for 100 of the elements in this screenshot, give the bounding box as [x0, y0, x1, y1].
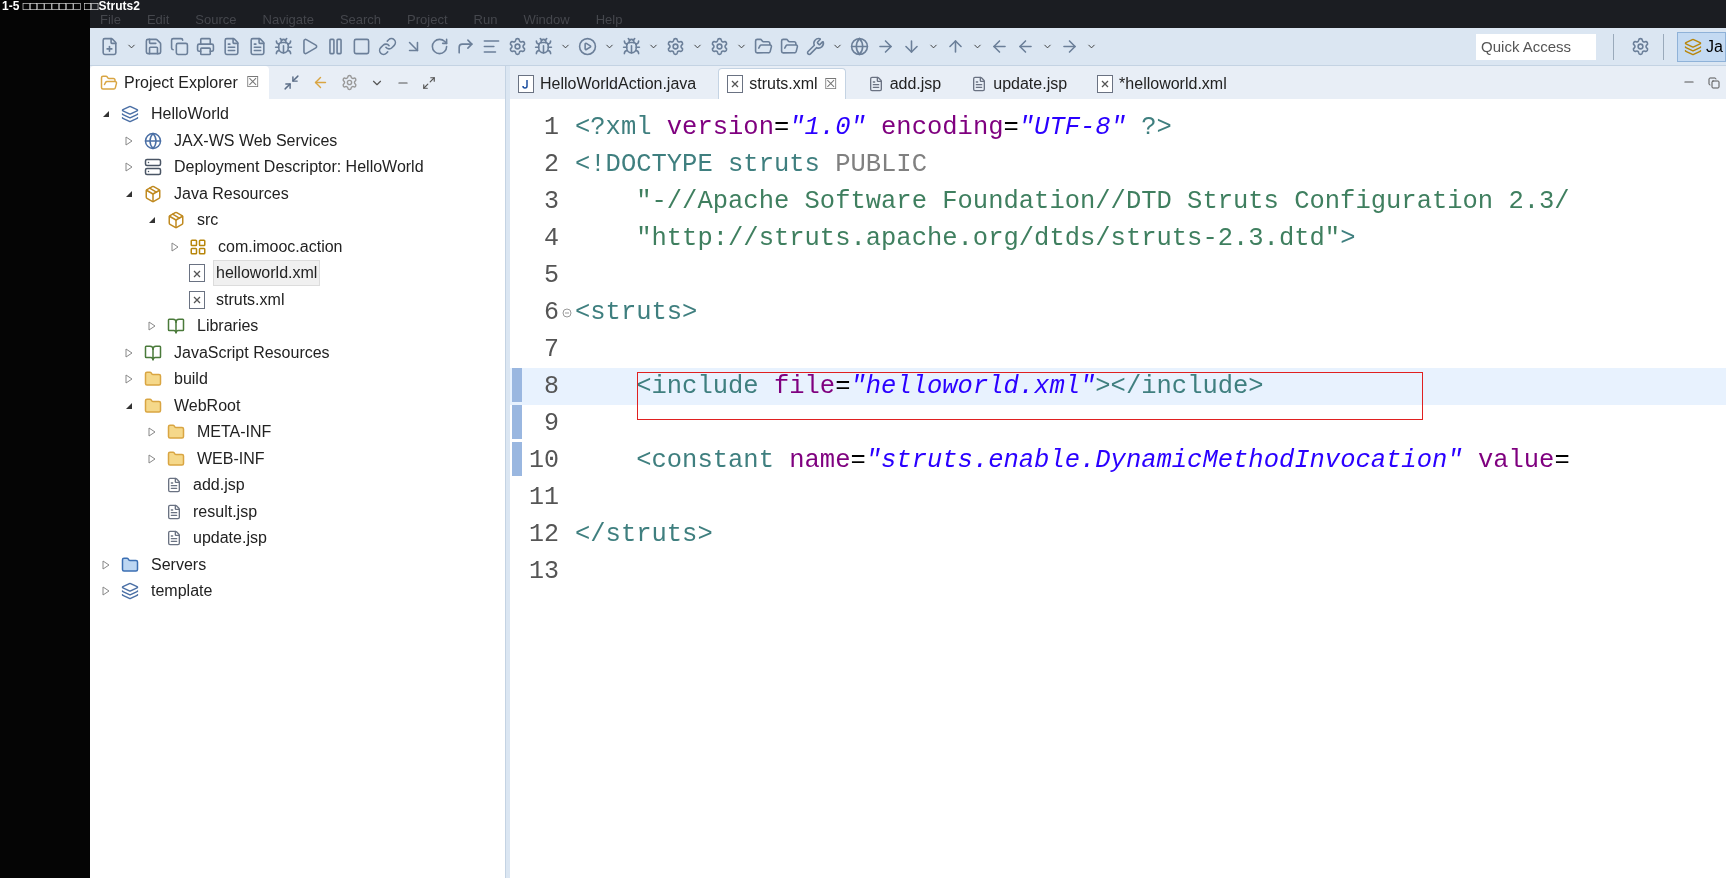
close-button[interactable]: ☒: [823, 72, 837, 96]
wrench-icon[interactable]: [806, 37, 825, 56]
save-icon[interactable]: [144, 37, 163, 56]
code-editor[interactable]: [510, 99, 1726, 878]
gear-icon[interactable]: [710, 37, 729, 56]
tree-item[interactable]: template: [148, 578, 216, 605]
tree-item[interactable]: Deployment Descriptor: HelloWorld: [171, 154, 427, 181]
tab-label: struts.xml: [749, 74, 818, 94]
stop-icon[interactable]: [352, 37, 371, 56]
lines-icon[interactable]: [482, 37, 501, 56]
run-icon[interactable]: [578, 37, 597, 56]
file-icon: [166, 502, 182, 521]
tree-item[interactable]: WebRoot: [171, 392, 244, 419]
tree-item[interactable]: com.imooc.action: [215, 233, 346, 260]
line-number: 2: [543, 148, 559, 181]
books-icon: [143, 343, 163, 362]
collapse-arrow-icon[interactable]: [102, 110, 110, 119]
tree-item[interactable]: build: [171, 366, 211, 393]
code-line: <constant name="struts.enable.DynamicMethodInvocation" value=: [635, 445, 1570, 477]
arrow-down-icon[interactable]: [902, 37, 921, 56]
file-icon: [867, 74, 884, 93]
expand-arrow-icon[interactable]: [125, 135, 133, 146]
java-file-icon: [518, 74, 534, 93]
xml-file-icon: [189, 290, 205, 309]
tree-item[interactable]: src: [194, 207, 222, 234]
tree-item[interactable]: update.jsp: [190, 525, 270, 552]
back-icon[interactable]: [990, 37, 1009, 56]
xml-file-icon: [727, 75, 744, 93]
play-icon[interactable]: [300, 37, 319, 56]
expand-arrow-icon[interactable]: [171, 241, 179, 252]
file-icon: [166, 476, 182, 495]
explorer-tab[interactable]: Project Explorer ☒: [90, 66, 269, 99]
document-icon[interactable]: [248, 37, 267, 56]
code-line: </struts>: [575, 519, 713, 551]
expand-arrow-icon[interactable]: [148, 427, 156, 438]
tab-label: update.jsp: [993, 73, 1068, 94]
line-number: 9: [543, 407, 559, 440]
collapse-arrow-icon[interactable]: [125, 401, 133, 410]
tree-item[interactable]: JAX-WS Web Services: [171, 127, 341, 154]
link-icon[interactable]: [378, 37, 397, 56]
quick-access-field[interactable]: Quick Access: [1476, 33, 1597, 60]
collapse-all-icon[interactable]: [282, 74, 300, 91]
editor-tab[interactable]: update.jsp: [963, 68, 1076, 99]
tree-item[interactable]: result.jsp: [190, 498, 261, 525]
package-icon: [189, 237, 207, 256]
editor-tab[interactable]: struts.xml ☒: [718, 68, 846, 99]
gear-icon[interactable]: [508, 37, 527, 56]
editor-tab[interactable]: add.jsp: [859, 68, 950, 99]
tree-item[interactable]: struts.xml: [213, 286, 288, 313]
new-file-icon[interactable]: [100, 37, 119, 56]
bug-icon[interactable]: [534, 37, 553, 56]
fold-icon[interactable]: [562, 307, 572, 318]
tree-item[interactable]: Libraries: [194, 313, 262, 340]
tree-item[interactable]: Java Resources: [171, 180, 292, 207]
tree-item[interactable]: helloworld.xml: [213, 260, 321, 287]
globe-icon[interactable]: [850, 37, 869, 56]
books-icon: [166, 317, 186, 336]
tree-item[interactable]: META-INF: [194, 419, 275, 446]
close-button[interactable]: ☒: [245, 71, 259, 94]
tree-item[interactable]: Servers: [148, 551, 210, 578]
expand-arrow-icon[interactable]: [148, 321, 156, 332]
tree-item[interactable]: WEB-INF: [194, 445, 268, 472]
expand-arrow-icon[interactable]: [102, 586, 110, 597]
line-number: 8: [543, 370, 559, 403]
perspective-button[interactable]: Ja: [1677, 31, 1726, 62]
arrow-up-icon[interactable]: [946, 37, 965, 56]
tree-item[interactable]: add.jsp: [190, 472, 248, 499]
save-all-icon[interactable]: [170, 37, 189, 56]
folder-icon: [120, 555, 140, 574]
restore-icon[interactable]: [1708, 77, 1720, 89]
collapse-arrow-icon[interactable]: [125, 189, 133, 198]
forward-icon[interactable]: [1060, 37, 1079, 56]
collapse-arrow-icon[interactable]: [148, 216, 156, 225]
expand-arrow-icon[interactable]: [125, 374, 133, 385]
file-icon: [971, 74, 988, 93]
bug-icon[interactable]: [274, 37, 293, 56]
expand-arrow-icon[interactable]: [125, 347, 133, 358]
print-icon[interactable]: [196, 37, 215, 56]
expand-arrow-icon[interactable]: [102, 559, 110, 570]
expand-arrow-icon[interactable]: [125, 162, 133, 173]
tree-item[interactable]: HelloWorld: [148, 101, 232, 128]
code-line: "-//Apache Software Foundation//DTD Struts Configuration 2.3/: [635, 186, 1570, 218]
editor-tab[interactable]: HelloWorldAction.java: [510, 68, 705, 99]
folder-icon: [143, 370, 163, 389]
editor-tab[interactable]: *helloworld.xml: [1089, 68, 1235, 99]
expand-arrow-icon[interactable]: [148, 453, 156, 464]
gear-icon[interactable]: [666, 37, 685, 56]
code-line: <include file="helloworld.xml"></include>: [635, 371, 1264, 403]
pause-icon[interactable]: [326, 37, 345, 56]
folder-icon[interactable]: [754, 37, 773, 56]
folder-icon[interactable]: [780, 37, 799, 56]
line-number: 1: [543, 111, 559, 144]
tree-item[interactable]: JavaScript Resources: [171, 339, 333, 366]
back-icon[interactable]: [1016, 37, 1035, 56]
document-icon[interactable]: [222, 37, 241, 56]
project-icon: [120, 105, 140, 124]
redo-icon[interactable]: [430, 37, 449, 56]
maximize-icon[interactable]: [421, 75, 436, 90]
bug-icon[interactable]: [622, 37, 641, 56]
folder-icon: [143, 396, 163, 415]
